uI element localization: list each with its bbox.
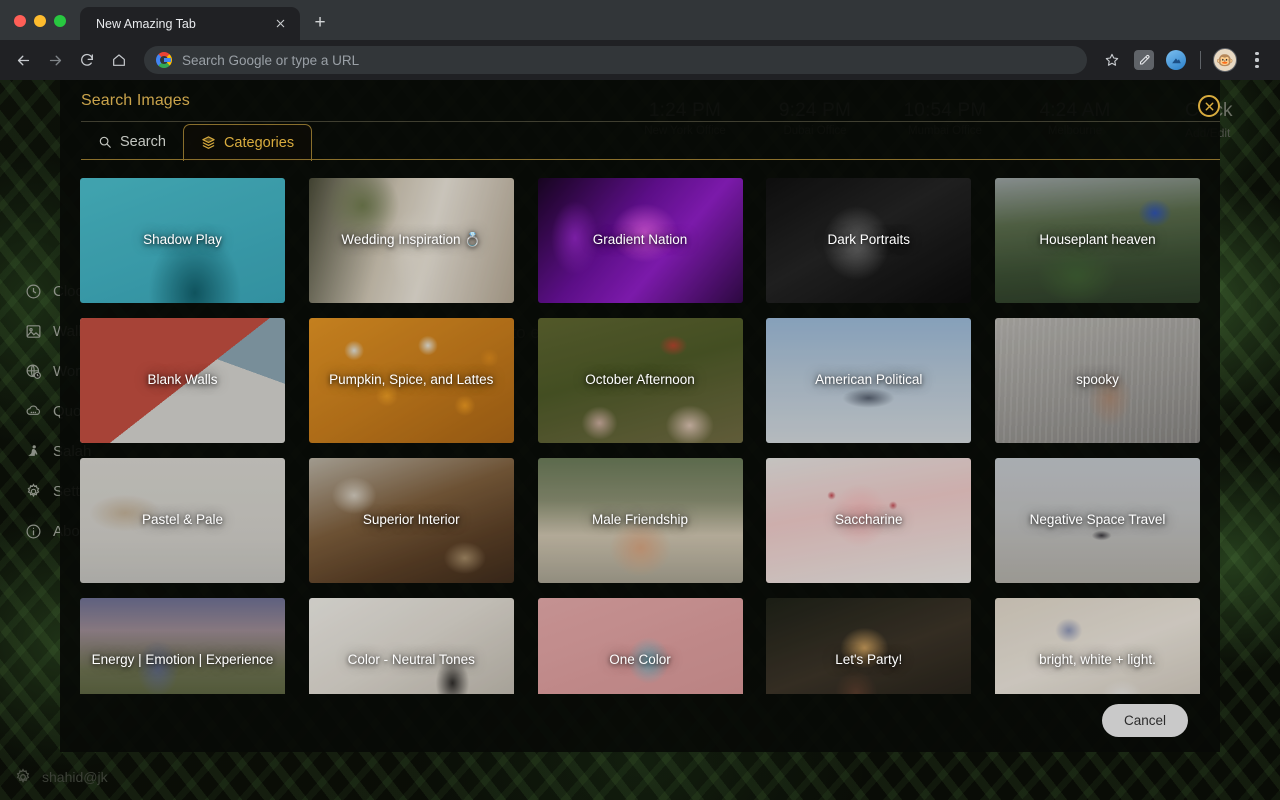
close-window-button[interactable] xyxy=(14,15,26,27)
close-icon[interactable] xyxy=(268,12,292,36)
thumbnail-overlay xyxy=(308,598,514,694)
category-label: Pastel & Pale xyxy=(141,512,224,528)
minimize-window-button[interactable] xyxy=(34,15,46,27)
category-label: Energy | Emotion | Experience xyxy=(91,652,274,668)
thumbnail-overlay xyxy=(80,598,285,694)
category-label: Color - Neutral Tones xyxy=(347,652,475,668)
tab-title: New Amazing Tab xyxy=(96,16,196,31)
category-label: Saccharine xyxy=(834,512,903,528)
category-card[interactable]: Dark Portraits xyxy=(766,178,972,303)
category-label: Dark Portraits xyxy=(827,232,911,248)
search-images-modal: Search Images Search Categories Shadow P… xyxy=(60,80,1220,752)
forward-arrow-icon[interactable] xyxy=(40,45,70,75)
category-label: Gradient Nation xyxy=(592,232,688,248)
category-card[interactable]: Pastel & Pale xyxy=(80,458,285,583)
window-traffic-lights xyxy=(0,15,80,40)
back-arrow-icon[interactable] xyxy=(8,45,38,75)
category-label: Wedding Inspiration 💍 xyxy=(341,232,482,248)
category-label: Male Friendship xyxy=(591,512,689,528)
category-card[interactable]: Color - Neutral Tones xyxy=(308,598,514,694)
category-card[interactable]: October Afternoon xyxy=(537,318,743,443)
thumbnail-overlay xyxy=(995,598,1200,694)
category-card[interactable]: Let's Party! xyxy=(766,598,972,694)
category-label: Blank Walls xyxy=(147,372,218,388)
tabs-underline xyxy=(81,159,1220,160)
monkey-avatar[interactable]: 🐵 xyxy=(1210,45,1240,75)
reload-icon[interactable] xyxy=(72,45,102,75)
category-label: Pumpkin, Spice, and Lattes xyxy=(329,372,494,388)
address-bar[interactable]: Search Google or type a URL xyxy=(144,46,1087,74)
category-label: Shadow Play xyxy=(143,232,222,248)
tab-search[interactable]: Search xyxy=(81,123,183,160)
toolbar-divider xyxy=(1200,51,1201,69)
categories-grid: Shadow Play Wedding Inspiration 💍 Gradie… xyxy=(80,178,1200,694)
close-modal-button[interactable] xyxy=(1198,95,1220,117)
category-card[interactable]: Negative Space Travel xyxy=(995,458,1200,583)
tab-strip: New Amazing Tab + xyxy=(0,0,1280,40)
thumbnail-overlay xyxy=(537,598,743,694)
category-label: spooky xyxy=(1076,372,1119,388)
modal-title: Search Images xyxy=(81,92,190,109)
category-label: Houseplant heaven xyxy=(1039,232,1156,248)
tab-search-label: Search xyxy=(120,133,166,150)
category-label: Let's Party! xyxy=(835,652,903,668)
category-card[interactable]: Blank Walls xyxy=(80,318,285,443)
extension-circle xyxy=(1166,50,1186,70)
category-label: Negative Space Travel xyxy=(1029,512,1166,528)
browser-chrome: New Amazing Tab + Search Google or type … xyxy=(0,0,1280,80)
address-bar-placeholder: Search Google or type a URL xyxy=(182,52,360,68)
categories-scroll-area[interactable]: Shadow Play Wedding Inspiration 💍 Gradie… xyxy=(60,160,1220,694)
category-card[interactable]: Saccharine xyxy=(766,458,972,583)
search-icon xyxy=(98,135,112,149)
browser-tab[interactable]: New Amazing Tab xyxy=(80,7,300,40)
category-card[interactable]: Energy | Emotion | Experience xyxy=(80,598,285,694)
modal-footer: Cancel xyxy=(60,694,1220,752)
modal-tabs: Search Categories xyxy=(60,122,1220,161)
tab-categories-label: Categories xyxy=(223,134,295,151)
category-label: One Color xyxy=(609,652,671,668)
category-card[interactable]: spooky xyxy=(995,318,1200,443)
browser-toolbar: Search Google or type a URL 🐵 xyxy=(0,40,1280,80)
three-dot-menu-icon[interactable] xyxy=(1242,45,1272,75)
category-card[interactable]: Shadow Play xyxy=(80,178,285,303)
extension-square xyxy=(1134,50,1154,70)
category-card[interactable]: American Political xyxy=(766,318,972,443)
cancel-button[interactable]: Cancel xyxy=(1101,704,1188,737)
star-icon[interactable] xyxy=(1097,45,1127,75)
category-card[interactable]: Wedding Inspiration 💍 xyxy=(308,178,514,303)
category-card[interactable]: Gradient Nation xyxy=(537,178,743,303)
category-card[interactable]: Male Friendship xyxy=(537,458,743,583)
category-card[interactable]: Houseplant heaven xyxy=(995,178,1200,303)
category-label: bright, white + light. xyxy=(1039,652,1156,668)
eyedropper-extension-icon[interactable] xyxy=(1129,45,1159,75)
modal-header: Search Images xyxy=(60,80,1220,122)
home-icon[interactable] xyxy=(104,45,134,75)
category-label: October Afternoon xyxy=(585,372,695,388)
layers-icon xyxy=(201,135,216,150)
category-card[interactable]: One Color xyxy=(537,598,743,694)
kebab-dots xyxy=(1255,52,1259,68)
category-card[interactable]: Pumpkin, Spice, and Lattes xyxy=(308,318,514,443)
category-label: Superior Interior xyxy=(362,512,460,528)
maximize-window-button[interactable] xyxy=(54,15,66,27)
avatar: 🐵 xyxy=(1213,48,1237,72)
tab-categories[interactable]: Categories xyxy=(182,124,313,161)
blue-extension-icon[interactable] xyxy=(1161,45,1191,75)
google-g-icon xyxy=(156,52,172,68)
category-label: American Political xyxy=(815,372,923,388)
category-card[interactable]: bright, white + light. xyxy=(995,598,1200,694)
category-card[interactable]: Superior Interior xyxy=(308,458,514,583)
thumbnail-overlay xyxy=(766,598,972,694)
new-tab-button[interactable]: + xyxy=(308,11,332,35)
